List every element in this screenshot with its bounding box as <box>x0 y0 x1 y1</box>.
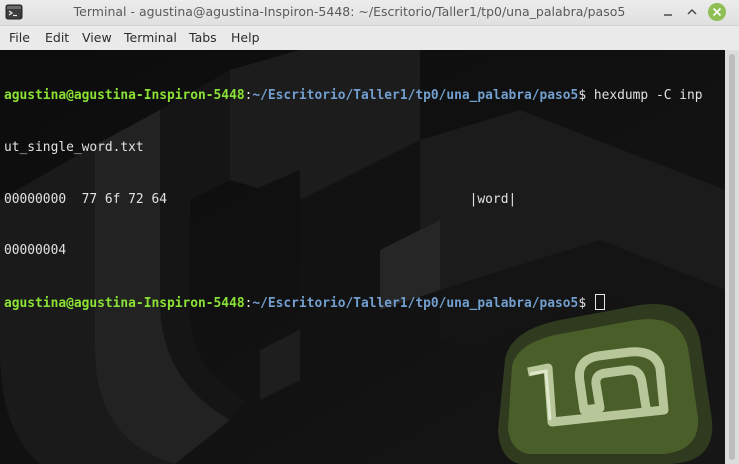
close-icon <box>712 7 722 17</box>
output-line: 00000000 77 6f 72 64 |word| <box>4 191 703 208</box>
command-text-continued: ut_single_word.txt <box>4 140 144 155</box>
command-line-wrap: ut_single_word.txt <box>4 139 703 156</box>
window-title: Terminal - agustina@agustina-Inspiron-54… <box>73 4 626 19</box>
prompt-user: agustina@agustina-Inspiron-5448 <box>4 295 245 311</box>
command-text: hexdump -C inp <box>593 88 703 104</box>
scrollbar-thumb[interactable] <box>729 54 735 460</box>
menu-tabs[interactable]: Tabs <box>189 30 217 45</box>
menu-view[interactable]: View <box>82 30 112 45</box>
minimize-button[interactable] <box>659 3 677 21</box>
terminal-icon <box>5 3 23 21</box>
terminal-output: agustina@agustina-Inspiron-5448:~/Escrit… <box>4 53 703 345</box>
menu-bar: File Edit View Terminal Tabs Help <box>0 26 739 50</box>
prompt-path: ~/Escritorio/Taller1/tp0/una_palabra/pas… <box>252 295 579 311</box>
command-line: agustina@agustina-Inspiron-5448:~/Escrit… <box>4 87 703 104</box>
minimize-icon <box>664 14 672 16</box>
hexdump-row: 00000000 77 6f 72 64 |word| <box>4 191 517 207</box>
menu-help[interactable]: Help <box>231 30 260 45</box>
prompt-symbol: $ <box>578 88 594 104</box>
prompt-symbol: $ <box>578 295 594 311</box>
hexdump-offset: 00000004 <box>4 243 67 259</box>
maximize-icon <box>687 8 697 15</box>
prompt-path: ~/Escritorio/Taller1/tp0/una_palabra/pas… <box>252 88 579 104</box>
terminal-window: Terminal - agustina@agustina-Inspiron-54… <box>0 0 739 464</box>
title-bar[interactable]: Terminal - agustina@agustina-Inspiron-54… <box>0 0 739 26</box>
terminal-area[interactable]: agustina@agustina-Inspiron-5448:~/Escrit… <box>0 50 725 464</box>
menu-terminal[interactable]: Terminal <box>124 30 177 45</box>
close-button[interactable] <box>708 3 726 21</box>
vertical-scrollbar[interactable] <box>725 50 739 464</box>
output-line: 00000004 <box>4 242 703 259</box>
prompt-user: agustina@agustina-Inspiron-5448 <box>4 88 245 104</box>
menu-edit[interactable]: Edit <box>45 30 69 45</box>
menu-file[interactable]: File <box>9 30 30 45</box>
text-cursor[interactable] <box>594 293 605 310</box>
prompt-line: agustina@agustina-Inspiron-5448:~/Escrit… <box>4 293 703 311</box>
maximize-button[interactable] <box>683 3 701 21</box>
